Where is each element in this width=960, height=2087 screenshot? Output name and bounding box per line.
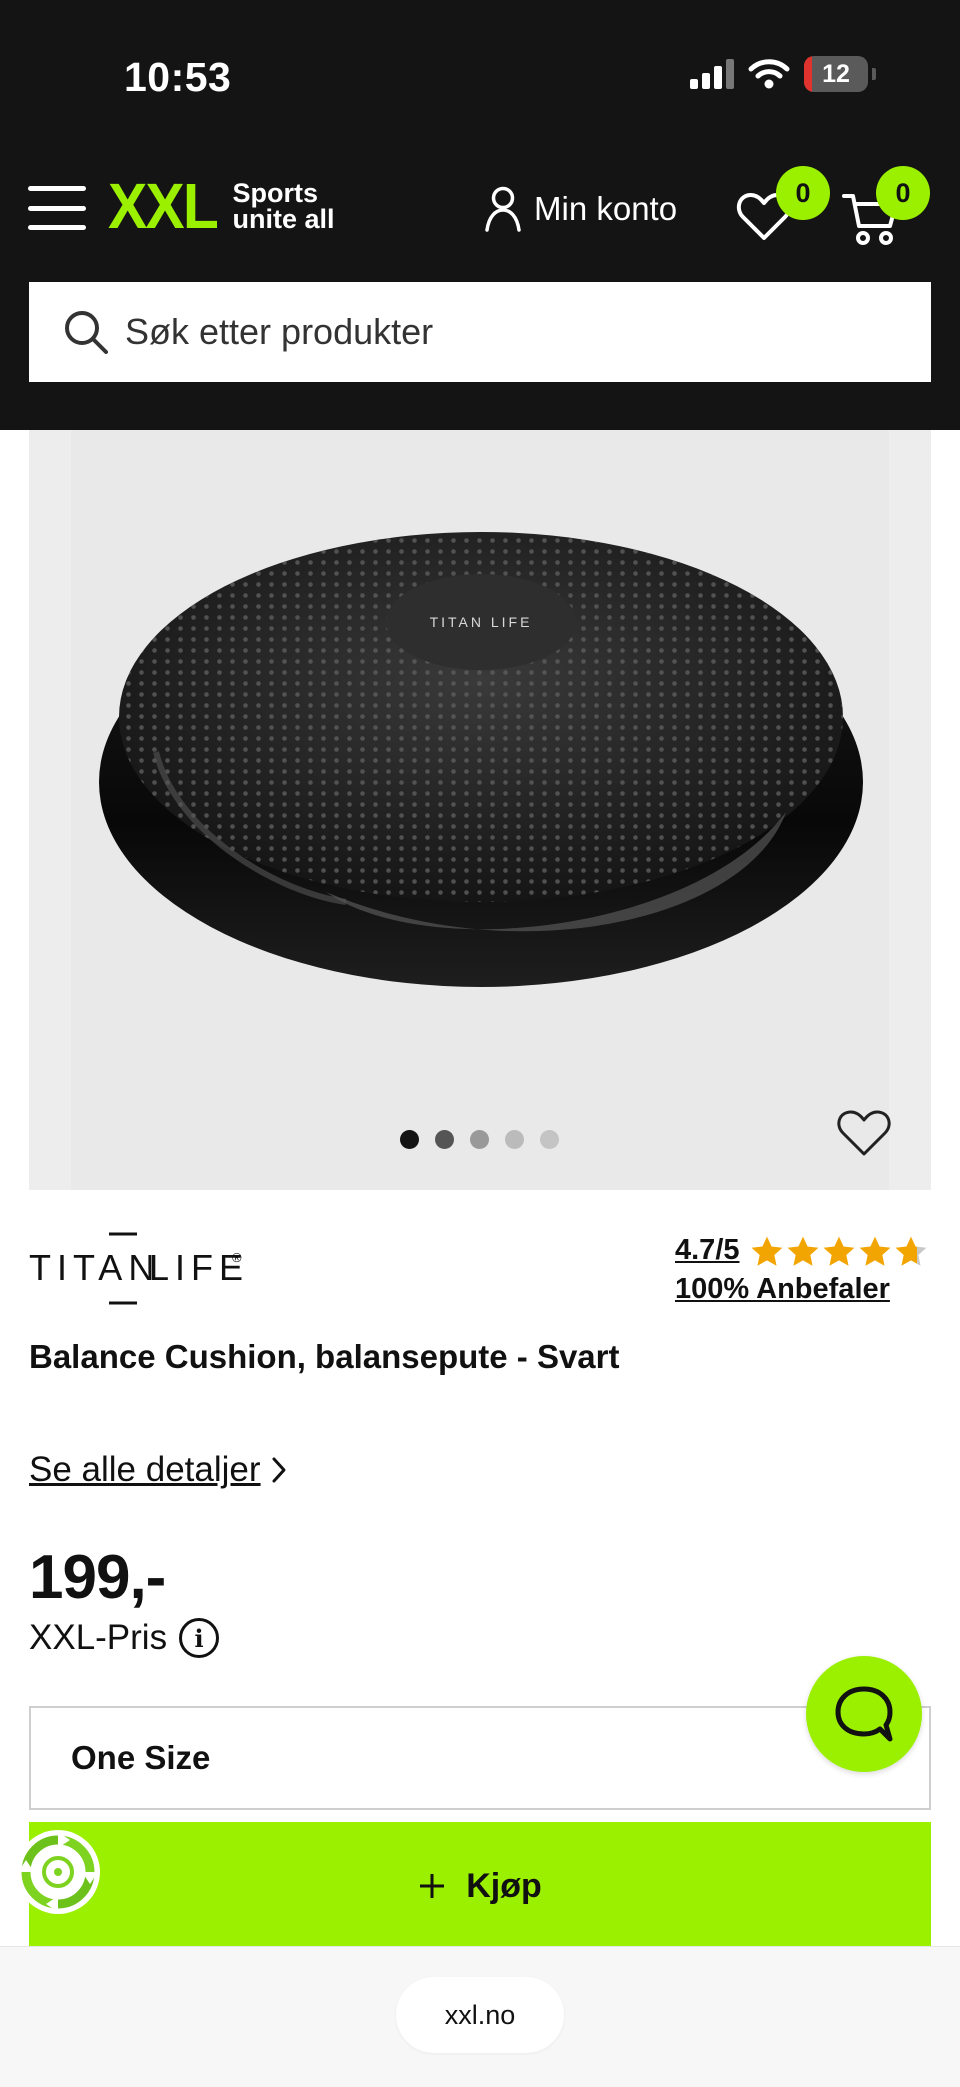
brand-registered-mark: ® — [232, 1250, 242, 1265]
status-time: 10:53 — [124, 54, 232, 100]
cart-button[interactable]: 0 — [842, 166, 930, 251]
rating-row: 4.7/5 — [675, 1234, 928, 1267]
logo-tagline-line-2: unite all — [232, 204, 335, 234]
product-rating[interactable]: 4.7/5 100% Anbefaler — [675, 1234, 928, 1306]
search-icon — [65, 311, 108, 354]
browser-url-text: xxl.no — [444, 1999, 516, 2030]
chevron-right-icon — [272, 1457, 286, 1483]
status-icons: 12 — [690, 56, 876, 92]
size-selector[interactable]: One Size — [29, 1706, 931, 1810]
product-price: 199,- — [29, 1543, 166, 1612]
titan-life-brand-logo[interactable]: TITAN LIFE ® — [29, 1232, 249, 1306]
gallery-dot[interactable] — [435, 1130, 454, 1149]
battery-icon: 12 — [804, 56, 868, 92]
logo-tagline: Sports unite all — [232, 178, 342, 234]
star-icon — [895, 1236, 926, 1266]
my-account-label: Min konto — [534, 190, 678, 227]
star-rating — [750, 1235, 928, 1267]
product-title: Balance Cushion, balansepute - Svart — [29, 1338, 620, 1375]
browser-toolbar: xxl.no — [0, 1946, 960, 2087]
battery-level: 12 — [822, 59, 850, 88]
cellular-signal-icon — [690, 59, 734, 89]
info-icon[interactable]: i — [179, 1618, 220, 1658]
user-icon — [485, 186, 521, 232]
browser-url-bar[interactable]: xxl.no — [396, 1977, 564, 2053]
recycle-icon — [18, 1832, 98, 1912]
my-account-link[interactable]: Min konto — [484, 186, 677, 232]
price-label: XXL-Pris — [29, 1618, 168, 1657]
star-icon — [859, 1236, 890, 1266]
gallery-pagination — [400, 1130, 559, 1149]
wishlist-button[interactable]: 0 — [736, 166, 830, 247]
brand-name-part-1: TITAN — [29, 1247, 160, 1288]
star-icon — [823, 1236, 854, 1266]
sustainability-badge[interactable] — [16, 1830, 100, 1914]
recommend-percentage: 100% Anbefaler — [675, 1273, 890, 1305]
hamburger-menu-icon[interactable] — [28, 186, 86, 230]
plus-icon — [420, 1874, 445, 1898]
size-selected-value: One Size — [71, 1739, 211, 1776]
battery-cap — [872, 68, 876, 80]
logo-tagline-line-1: Sports — [232, 178, 318, 208]
see-all-details-link[interactable]: Se alle detaljer — [29, 1450, 287, 1490]
logo-xxl-text: XXL — [108, 170, 219, 242]
price-label-row: XXL-Pris i — [29, 1618, 220, 1658]
gallery-dot[interactable] — [540, 1130, 559, 1149]
buy-label: Kjøp — [466, 1866, 542, 1905]
chat-support-button[interactable] — [806, 1656, 922, 1772]
search-input[interactable]: Søk etter produkter — [29, 282, 931, 382]
wishlist-count-badge: 0 — [776, 166, 830, 220]
gallery-dot[interactable] — [505, 1130, 524, 1149]
gallery-dot[interactable] — [400, 1130, 419, 1149]
product-image-balance-cushion[interactable]: TITAN LIFE — [96, 502, 866, 992]
xxl-logo[interactable]: XXL Sports unite all — [108, 174, 342, 238]
gallery-dot[interactable] — [470, 1130, 489, 1149]
battery-fill — [804, 56, 812, 92]
buy-button[interactable]: Kjøp — [29, 1822, 931, 1950]
add-to-wishlist-heart-icon[interactable] — [836, 1108, 892, 1158]
disc-brand-text: TITAN LIFE — [430, 614, 533, 630]
site-header: 10:53 12 XXL Sports unite all Min konto … — [0, 0, 960, 430]
chat-bubble-icon — [835, 1686, 893, 1742]
rating-score: 4.7/5 — [675, 1234, 740, 1266]
star-icon — [751, 1236, 782, 1266]
wifi-icon — [748, 59, 790, 89]
star-icon — [787, 1236, 818, 1266]
see-all-details-label: Se alle detaljer — [29, 1450, 261, 1489]
search-placeholder: Søk etter produkter — [125, 311, 434, 352]
cart-count-badge: 0 — [876, 166, 930, 220]
